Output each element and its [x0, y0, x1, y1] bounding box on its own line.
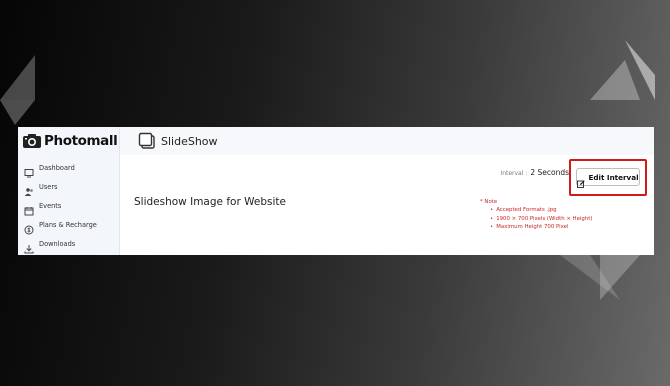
notes-list: Accepted Formats .jpg 1900 × 700 Pixels …	[490, 206, 592, 232]
edit-icon	[577, 173, 586, 188]
page-header: SlideShow	[120, 127, 654, 155]
page-title: SlideShow	[161, 134, 218, 148]
sidebar-item-dashboard[interactable]: Dashboard	[24, 158, 97, 177]
note-item: 1900 × 700 Pixels (Width × Height)	[490, 215, 592, 224]
app-screenshot: Photomall Dashboard Users Events Plans &…	[18, 127, 654, 255]
sidebar: Photomall Dashboard Users Events Plans &…	[18, 127, 120, 255]
brand[interactable]: Photomall	[22, 132, 118, 150]
note-item: Accepted Formats .jpg	[490, 206, 592, 215]
notes-title: * Note	[480, 199, 498, 205]
edit-interval-label: Edit Interval	[588, 172, 639, 182]
events-icon	[24, 201, 34, 215]
interval-info: Interval : 2 Seconds	[500, 168, 569, 177]
sidebar-nav: Dashboard Users Events Plans & Recharge	[24, 158, 97, 253]
upload-notes: * Note Accepted Formats .jpg 1900 × 700 …	[480, 199, 592, 232]
main-content: Interval : 2 Seconds Edit Interval Slide…	[120, 155, 654, 255]
dashboard-icon	[24, 163, 34, 177]
sidebar-item-label: Downloads	[39, 239, 76, 248]
interval-value: 2 Seconds	[530, 168, 569, 177]
plans-icon	[24, 220, 34, 234]
sidebar-item-users[interactable]: Users	[24, 177, 97, 196]
sidebar-item-label: Events	[39, 201, 62, 210]
sidebar-item-events[interactable]: Events	[24, 196, 97, 215]
slideshow-icon	[138, 131, 156, 151]
sidebar-item-label: Dashboard	[39, 163, 75, 172]
users-icon	[24, 182, 34, 196]
edit-interval-button[interactable]: Edit Interval	[576, 168, 640, 188]
brand-name: Photomall	[44, 133, 118, 149]
note-item: Maximum Height 700 Pixel	[490, 223, 592, 232]
sidebar-item-label: Plans & Recharge	[39, 220, 97, 229]
sidebar-item-label: Users	[39, 182, 58, 191]
section-title: Slideshow Image for Website	[134, 196, 286, 208]
interval-label: Interval :	[500, 170, 528, 177]
download-icon	[24, 239, 34, 253]
camera-logo-icon	[22, 133, 42, 149]
sidebar-item-plans[interactable]: Plans & Recharge	[24, 215, 97, 234]
edit-interval-highlight: Edit Interval	[569, 159, 647, 196]
sidebar-item-downloads[interactable]: Downloads	[24, 234, 97, 253]
